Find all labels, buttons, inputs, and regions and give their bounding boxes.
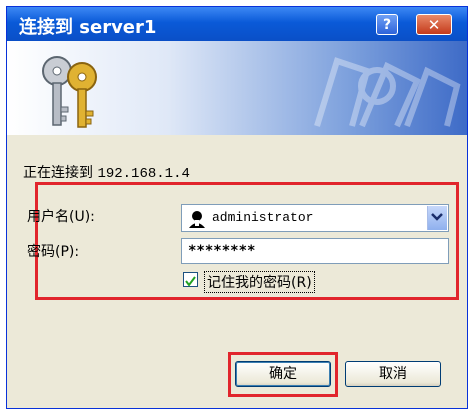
- dialog-banner: [7, 41, 467, 135]
- connecting-label: 正在连接到: [23, 165, 93, 181]
- username-combo[interactable]: administrator: [181, 204, 449, 232]
- password-label: 密码(P):: [27, 244, 80, 260]
- password-input[interactable]: ********: [181, 238, 449, 264]
- user-icon: [189, 211, 205, 228]
- keys-icon: [42, 56, 461, 128]
- help-button[interactable]: ?: [376, 14, 398, 35]
- username-dropdown-button[interactable]: [427, 206, 447, 230]
- username-value: administrator: [212, 210, 314, 225]
- username-label: 用户名(U):: [27, 209, 95, 225]
- cancel-button[interactable]: 取消: [345, 361, 441, 387]
- login-dialog: 连接到 server1 ? ✕ 正在连接到 192.168.1.4 用户名(U)…: [6, 6, 468, 409]
- close-button[interactable]: ✕: [416, 14, 452, 35]
- window-title: 连接到 server1: [19, 17, 157, 38]
- chevron-down-icon: [431, 213, 443, 221]
- remember-checkbox[interactable]: [183, 272, 198, 287]
- password-value: ********: [188, 243, 256, 259]
- connecting-line: 正在连接到 192.168.1.4: [23, 162, 190, 182]
- title-bar[interactable]: 连接到 server1 ? ✕: [7, 7, 467, 41]
- remember-label[interactable]: 记住我的密码(R): [204, 271, 315, 293]
- ok-button[interactable]: 确定: [235, 361, 331, 387]
- check-icon: [185, 276, 196, 287]
- connecting-ip: 192.168.1.4: [97, 166, 190, 182]
